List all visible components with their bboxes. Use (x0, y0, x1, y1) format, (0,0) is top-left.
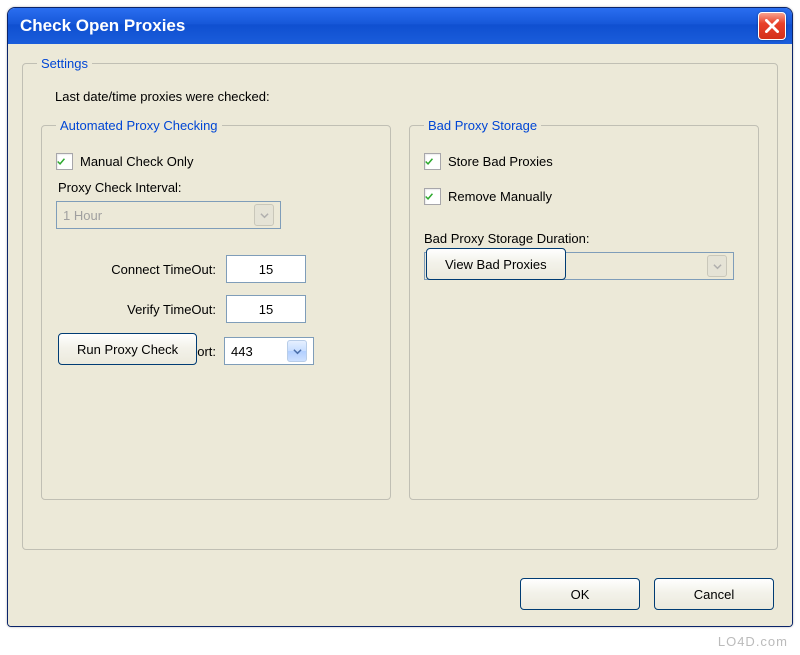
bad-proxy-duration-arrow (707, 255, 727, 277)
watermark: LO4D.com (718, 634, 788, 649)
chevron-down-icon (293, 347, 302, 356)
cancel-button[interactable]: Cancel (654, 578, 774, 610)
ssl-port-value: 443 (231, 344, 253, 359)
settings-legend: Settings (37, 56, 92, 71)
ssl-port-arrow[interactable] (287, 340, 307, 362)
dialog-client-area: Settings Last date/time proxies were che… (8, 44, 792, 626)
screenshot-frame: Check Open Proxies Settings Last date/ti… (0, 0, 800, 655)
proxy-check-interval-combo: 1 Hour (56, 201, 281, 229)
proxy-check-interval-arrow (254, 204, 274, 226)
chevron-down-icon (713, 262, 722, 271)
remove-manually-label: Remove Manually (448, 189, 552, 204)
check-icon (425, 155, 433, 168)
bad-proxy-duration-label: Bad Proxy Storage Duration: (424, 231, 744, 246)
dialog-window: Check Open Proxies Settings Last date/ti… (7, 7, 793, 627)
ok-button[interactable]: OK (520, 578, 640, 610)
store-bad-proxies-label: Store Bad Proxies (448, 154, 553, 169)
chevron-down-icon (260, 211, 269, 220)
run-proxy-check-button[interactable]: Run Proxy Check (58, 333, 197, 365)
verify-timeout-label: Verify TimeOut: (56, 302, 216, 317)
titlebar: Check Open Proxies (8, 8, 792, 44)
connect-timeout-input[interactable] (226, 255, 306, 283)
settings-group: Settings Last date/time proxies were che… (22, 56, 778, 550)
connect-timeout-label: Connect TimeOut: (56, 262, 216, 277)
close-button[interactable] (758, 12, 786, 40)
last-checked-label: Last date/time proxies were checked: (55, 89, 763, 104)
close-icon (765, 19, 779, 33)
ssl-port-combo[interactable]: 443 (224, 337, 314, 365)
proxy-check-interval-value: 1 Hour (63, 208, 102, 223)
automated-proxy-checking-group: Automated Proxy Checking Manual Check On… (41, 118, 391, 500)
dialog-footer: OK Cancel (520, 578, 774, 610)
manual-check-only-label: Manual Check Only (80, 154, 193, 169)
bad-proxy-storage-group: Bad Proxy Storage Store Bad Proxies R (409, 118, 759, 500)
remove-manually-checkbox[interactable] (424, 188, 441, 205)
manual-check-only-checkbox[interactable] (56, 153, 73, 170)
bad-proxy-legend: Bad Proxy Storage (424, 118, 541, 133)
store-bad-proxies-checkbox[interactable] (424, 153, 441, 170)
automated-legend: Automated Proxy Checking (56, 118, 222, 133)
check-icon (57, 155, 65, 168)
view-bad-proxies-button[interactable]: View Bad Proxies (426, 248, 566, 280)
verify-timeout-input[interactable] (226, 295, 306, 323)
proxy-check-interval-label: Proxy Check Interval: (58, 180, 376, 195)
check-icon (425, 190, 433, 203)
window-title: Check Open Proxies (20, 16, 185, 36)
